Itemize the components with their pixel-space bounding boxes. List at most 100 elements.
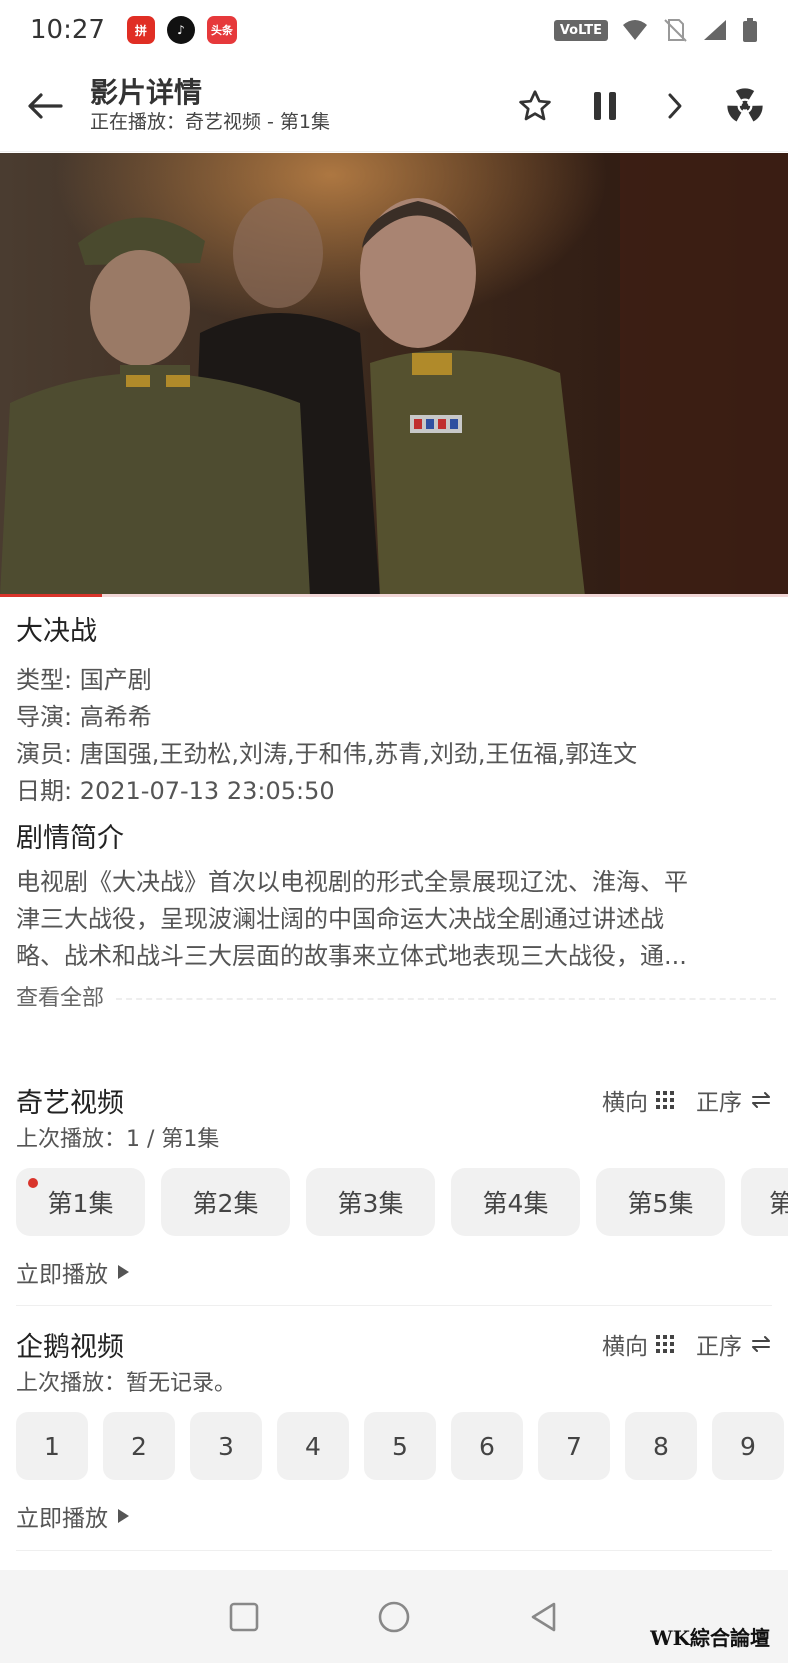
sort-order-toggle[interactable]: 正序 [696, 1327, 772, 1361]
episode-label: 第2集 [192, 1189, 259, 1218]
home-button[interactable] [374, 1597, 414, 1637]
triangle-left-icon [531, 1602, 556, 1631]
arrow-left-icon [28, 92, 63, 119]
source-header: 企鹅视频 横向 正序 [0, 1322, 788, 1366]
video-player[interactable] [0, 153, 788, 596]
episode-label: 5 [392, 1431, 408, 1461]
cell-signal-icon [704, 20, 726, 40]
episode-chip[interactable]: 第4集 [451, 1168, 580, 1236]
synopsis-text: 电视剧《大决战》首次以电视剧的形式全景展现辽沈、淮海、平 津三大战役，呈现波澜壮… [16, 864, 776, 975]
volte-icon: VoLTE [553, 19, 608, 41]
pause-button[interactable] [584, 85, 626, 127]
orientation-label: 横向 [602, 1334, 648, 1360]
episode-chip[interactable]: 3 [190, 1412, 262, 1480]
episode-chip[interactable]: 第1集 [16, 1168, 145, 1236]
episode-label: 3 [218, 1431, 234, 1461]
view-all-link[interactable]: 查看全部 [16, 983, 104, 1015]
section-divider [16, 1305, 772, 1306]
episode-chip[interactable]: 9 [712, 1412, 784, 1480]
episode-list: 1 2 3 4 5 6 7 8 9 [0, 1412, 788, 1480]
synopsis-line: 津三大战役，呈现波澜壮阔的中国命运大决战全剧通过讲述战 [16, 905, 664, 933]
toutiao-app-icon: 头条 [206, 16, 237, 44]
favorite-button[interactable] [514, 85, 556, 127]
episode-chip[interactable]: 2 [103, 1412, 175, 1480]
source-name: 奇艺视频 [16, 1087, 124, 1119]
synopsis-line: 电视剧《大决战》首次以电视剧的形式全景展现辽沈、淮海、平 [16, 868, 688, 896]
play-triangle-icon [118, 1509, 129, 1523]
video-frame-image [0, 153, 788, 596]
play-now-button[interactable]: 立即播放 [0, 1496, 788, 1536]
grid-icon [656, 1335, 674, 1353]
episode-chip[interactable]: 第5集 [596, 1168, 725, 1236]
play-triangle-icon [118, 1265, 129, 1279]
cast-button[interactable] [724, 85, 766, 127]
tiktok-app-icon: ♪ [166, 16, 195, 44]
episode-chip[interactable]: 8 [625, 1412, 697, 1480]
show-details: 大决战 类型: 国产剧 导演: 高希希 演员: 唐国强,王劲松,刘涛,于和伟,苏… [16, 612, 776, 1015]
playback-progress-fill [0, 594, 103, 597]
status-indicators: VoLTE [553, 18, 758, 42]
show-genre: 类型: 国产剧 [16, 666, 152, 694]
pause-icon [594, 91, 616, 120]
episode-list: 第1集 第2集 第3集 第4集 第5集 第 [0, 1168, 788, 1236]
episode-label: 9 [740, 1431, 756, 1461]
battery-icon [743, 18, 757, 42]
divider [116, 998, 776, 1000]
app-bar: 影片详情 正在播放：奇艺视频 - 第1集 [0, 60, 788, 152]
episode-label: 第1集 [47, 1189, 114, 1218]
swap-arrows-icon [752, 1092, 770, 1108]
orientation-toggle[interactable]: 横向 [602, 1083, 674, 1117]
back-button[interactable] [0, 60, 90, 152]
orientation-toggle[interactable]: 横向 [602, 1327, 674, 1361]
show-cast: 演员: 唐国强,王劲松,刘涛,于和伟,苏青,刘劲,王伍福,郭连文 [16, 740, 638, 768]
section-divider [16, 1550, 772, 1551]
last-played: 上次播放：暂无记录。 [16, 1371, 237, 1396]
watermark-text: WK綜合論壇 [650, 1626, 770, 1650]
recents-button[interactable] [224, 1597, 264, 1637]
orientation-label: 横向 [602, 1090, 648, 1116]
episode-chip[interactable]: 第2集 [161, 1168, 290, 1236]
grid-icon [656, 1091, 674, 1109]
episode-label: 6 [479, 1431, 495, 1461]
show-title: 大决战 [16, 616, 97, 647]
show-date: 日期: 2021-07-13 23:05:50 [16, 777, 335, 805]
play-now-button[interactable]: 立即播放 [0, 1252, 788, 1292]
title-group: 影片详情 正在播放：奇艺视频 - 第1集 [90, 76, 331, 135]
episode-label: 1 [44, 1431, 60, 1461]
square-icon [229, 1602, 259, 1631]
episode-chip[interactable]: 7 [538, 1412, 610, 1480]
next-button[interactable] [654, 85, 696, 127]
star-icon [519, 89, 551, 120]
radiation-icon [727, 87, 763, 121]
source-options: 横向 正序 [602, 1083, 772, 1117]
episode-label: 第5集 [627, 1189, 694, 1218]
episode-label: 第3集 [337, 1189, 404, 1218]
episode-chip[interactable]: 5 [364, 1412, 436, 1480]
last-played: 上次播放：1 / 第1集 [16, 1127, 220, 1152]
app-bar-actions [514, 85, 788, 127]
episode-label: 7 [566, 1431, 582, 1461]
view-all-row: 查看全部 [16, 983, 776, 1015]
status-clock: 10:27 [30, 15, 105, 45]
playback-progress-bar[interactable] [0, 594, 788, 597]
wifi-icon [623, 20, 647, 40]
episode-chip[interactable]: 第3集 [306, 1168, 435, 1236]
episode-chip[interactable]: 第 [741, 1168, 788, 1236]
play-now-label: 立即播放 [16, 1506, 108, 1532]
episode-label: 4 [305, 1431, 321, 1461]
back-nav-button[interactable] [524, 1597, 564, 1637]
episode-chip[interactable]: 1 [16, 1412, 88, 1480]
now-playing-subtitle: 正在播放：奇艺视频 - 第1集 [90, 110, 331, 133]
episode-chip[interactable]: 4 [277, 1412, 349, 1480]
no-sim-icon [664, 19, 687, 42]
synopsis-line: 略、战术和战斗三大层面的故事来立体式地表现三大战役，通... [16, 942, 687, 970]
status-bar: 10:27 拼 ♪ 头条 VoLTE [0, 0, 788, 60]
synopsis-heading: 剧情简介 [16, 823, 124, 854]
pinduoduo-app-icon: 拼 [126, 16, 155, 44]
swap-arrows-icon [752, 1336, 770, 1352]
episode-label: 8 [653, 1431, 669, 1461]
sort-order-toggle[interactable]: 正序 [696, 1083, 772, 1117]
source-header: 奇艺视频 横向 正序 [0, 1078, 788, 1122]
sort-order-label: 正序 [696, 1090, 742, 1116]
episode-chip[interactable]: 6 [451, 1412, 523, 1480]
